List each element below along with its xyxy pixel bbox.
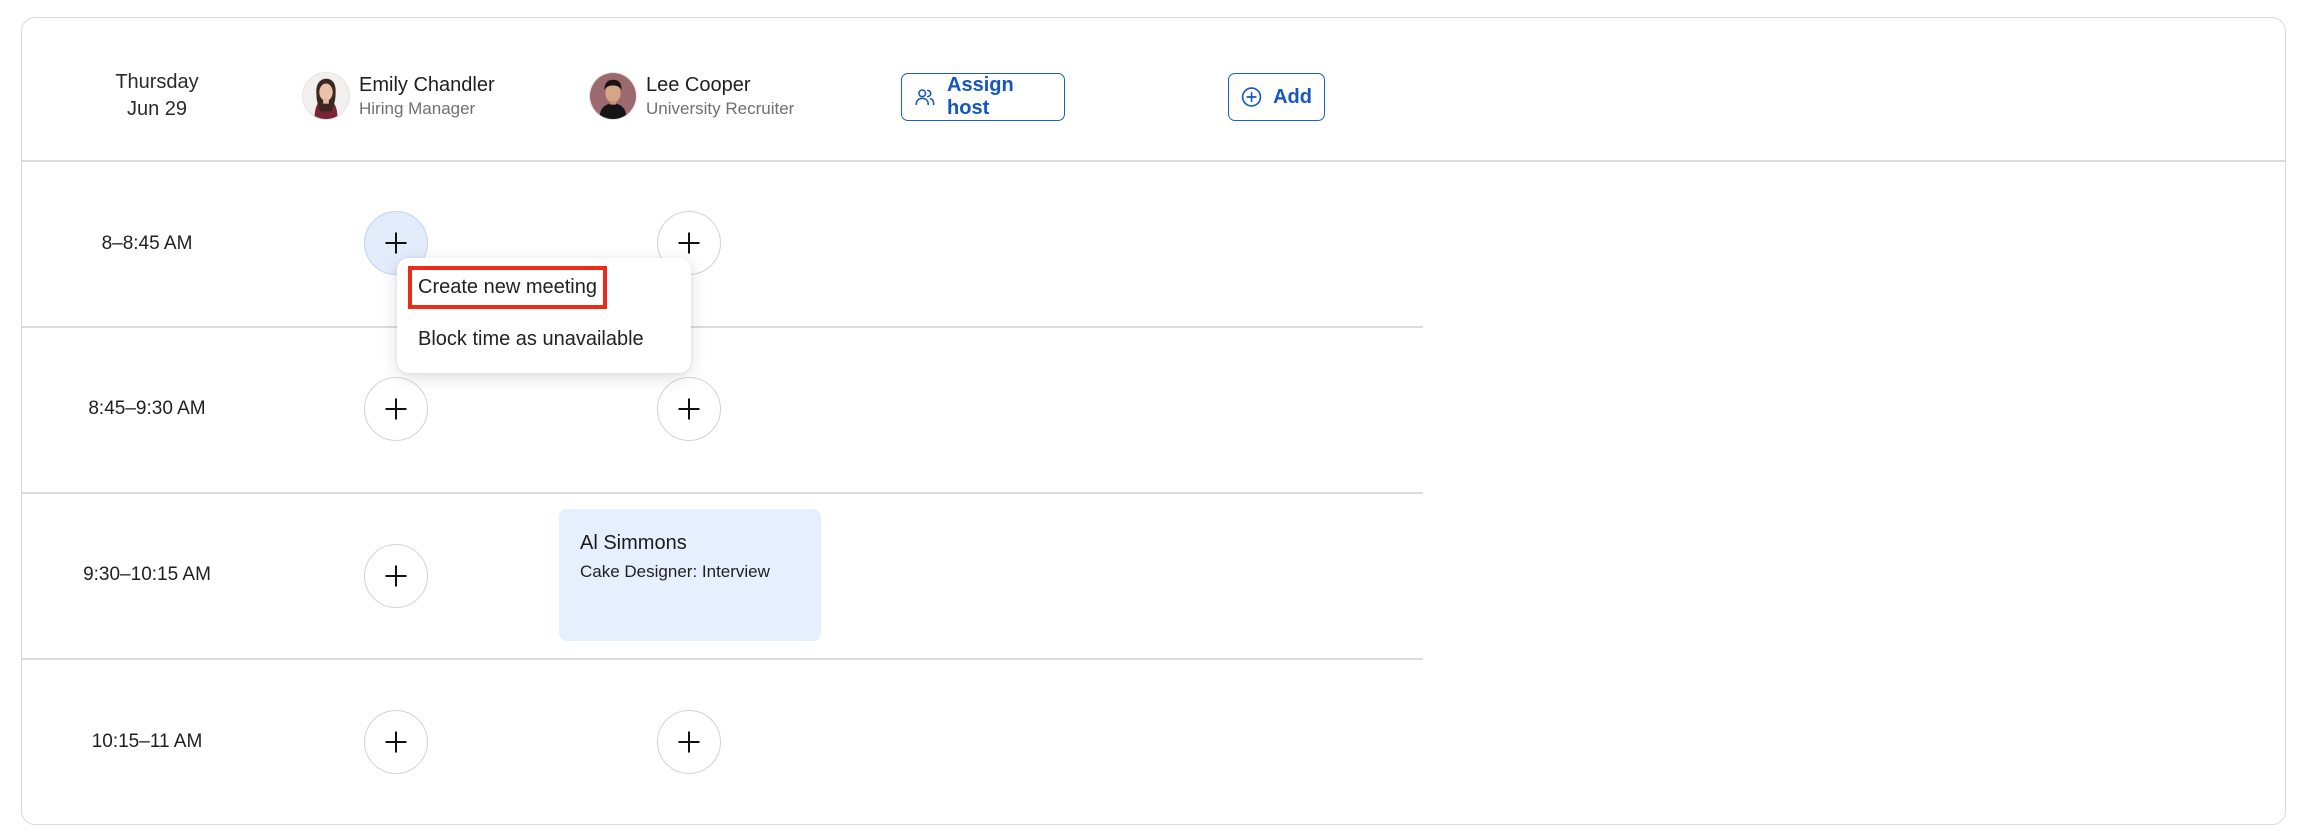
plus-icon bbox=[678, 731, 700, 753]
avatar bbox=[302, 72, 350, 120]
host-emily-chandler[interactable]: Emily Chandler Hiring Manager bbox=[302, 72, 495, 120]
schedule-card: Thursday Jun 29 Emily Chandler Hiring Ma… bbox=[21, 17, 2286, 825]
host-role: Hiring Manager bbox=[359, 99, 476, 118]
row-divider bbox=[22, 658, 1423, 660]
header-divider bbox=[22, 160, 2285, 162]
host-name: Emily Chandler bbox=[359, 74, 495, 96]
host-lee-cooper[interactable]: Lee Cooper University Recruiter bbox=[589, 72, 794, 120]
time-slot-label: 10:15–11 AM bbox=[91, 731, 203, 752]
row-divider bbox=[22, 492, 1423, 494]
avatar bbox=[589, 72, 637, 120]
add-slot-button[interactable] bbox=[657, 377, 721, 441]
add-slot-button[interactable] bbox=[364, 377, 428, 441]
plus-icon bbox=[385, 232, 407, 254]
host-name: Lee Cooper bbox=[646, 74, 751, 96]
row-divider bbox=[22, 326, 1423, 328]
host-role: University Recruiter bbox=[646, 99, 795, 118]
add-slot-button[interactable] bbox=[364, 544, 428, 608]
plus-icon bbox=[385, 398, 407, 420]
meeting-name: Al Simmons bbox=[580, 532, 687, 554]
plus-icon bbox=[385, 565, 407, 587]
plus-icon bbox=[678, 398, 700, 420]
create-new-meeting-item[interactable]: Create new meeting bbox=[408, 266, 607, 309]
time-slot-label: 9:30–10:15 AM bbox=[83, 564, 211, 585]
plus-icon bbox=[385, 731, 407, 753]
block-time-item[interactable]: Block time as unavailable bbox=[418, 328, 644, 351]
time-slot-label: 8:45–9:30 AM bbox=[88, 398, 206, 419]
assign-host-label: Assign host bbox=[947, 74, 1014, 119]
add-slot-button[interactable] bbox=[364, 710, 428, 774]
users-icon bbox=[915, 89, 935, 106]
plus-icon bbox=[678, 232, 700, 254]
add-button[interactable]: Add bbox=[1228, 73, 1325, 121]
date-header: Thursday Jun 29 bbox=[92, 69, 222, 123]
day-label: Thursday bbox=[115, 71, 199, 93]
time-slot-label: 8–8:45 AM bbox=[101, 233, 193, 254]
slot-context-menu: Create new meeting Block time as unavail… bbox=[397, 258, 691, 373]
assign-host-button[interactable]: Assign host bbox=[901, 73, 1065, 121]
plus-circle-icon bbox=[1241, 87, 1262, 107]
date-label: Jun 29 bbox=[126, 98, 188, 120]
add-label: Add bbox=[1273, 85, 1312, 108]
add-slot-button[interactable] bbox=[657, 710, 721, 774]
meeting-description: Cake Designer: Interview bbox=[580, 562, 770, 581]
meeting-card[interactable]: Al Simmons Cake Designer: Interview bbox=[559, 509, 821, 641]
